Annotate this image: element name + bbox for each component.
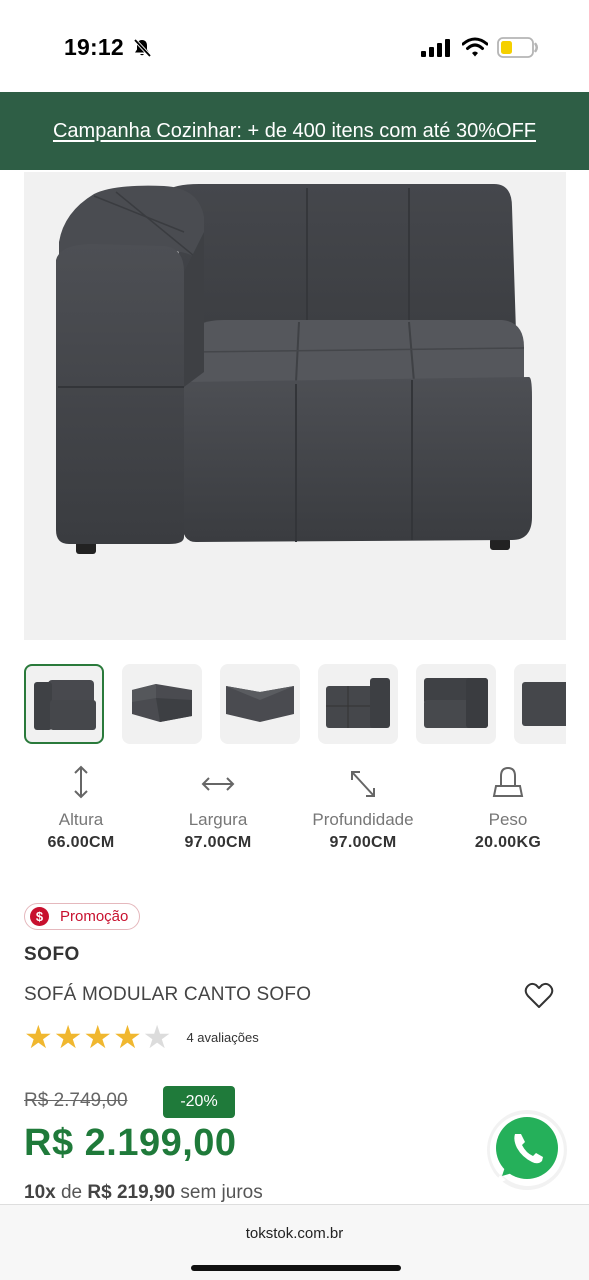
dollar-icon: $ (30, 907, 49, 926)
thumbnail-1[interactable] (24, 664, 104, 744)
product-rating[interactable]: ★ ★ ★ ★ ★ 4 avaliações (24, 1021, 259, 1053)
star-icon: ★ (53, 1019, 83, 1055)
star-icon: ★ (142, 1019, 172, 1055)
battery-low-icon (497, 37, 538, 58)
star-icon: ★ (24, 1019, 53, 1055)
promo-banner[interactable]: Campanha Cozinhar: + de 400 itens com at… (0, 92, 589, 170)
thumbnail-strip[interactable] (24, 664, 566, 746)
height-arrows-icon (74, 765, 88, 799)
thumbnail-3[interactable] (220, 664, 300, 744)
spec-depth: Profundidade 97.00CM (288, 762, 438, 852)
depth-arrows-icon (351, 771, 375, 797)
browser-url-bar[interactable]: tokstok.com.br (0, 1204, 589, 1280)
thumbnail-image (226, 686, 294, 722)
thumbnail-4[interactable] (318, 664, 398, 744)
discount-badge: -20% (163, 1086, 235, 1118)
current-price: R$ 2.199,00 (24, 1122, 237, 1164)
old-price: R$ 2.749,00 (24, 1090, 128, 1111)
spec-width: Largura 97.00CM (143, 762, 293, 852)
spec-weight: Peso 20.00KG (433, 762, 583, 852)
installment-value: R$ 219,90 (87, 1182, 176, 1203)
promo-banner-link[interactable]: Campanha Cozinhar: + de 400 itens com at… (53, 120, 536, 143)
thumbnail-image (132, 684, 192, 722)
home-indicator[interactable] (191, 1265, 401, 1271)
whatsapp-icon[interactable] (484, 1108, 570, 1194)
rating-stars: ★ ★ ★ ★ ★ (24, 1021, 172, 1053)
bell-off-icon (133, 38, 152, 58)
spec-value: 66.00CM (47, 834, 115, 851)
url-text[interactable]: tokstok.com.br (0, 1225, 589, 1242)
spec-label: Profundidade (312, 810, 414, 829)
rating-count[interactable]: 4 avaliações (186, 1030, 258, 1045)
wifi-icon (462, 37, 488, 57)
heart-icon[interactable] (524, 982, 554, 1010)
sofa-image (56, 184, 532, 554)
thumbnail-image (522, 682, 566, 726)
thumbnail-6[interactable] (514, 664, 566, 744)
thumbnail-image (326, 678, 390, 728)
signal-icon (421, 39, 450, 57)
promo-badge-label: Promoção (60, 908, 129, 925)
product-dimensions: Altura 66.00CM Largura 97.00CM Profundid… (0, 762, 589, 862)
product-brand[interactable]: SOFO (24, 944, 80, 966)
installment-suffix: sem juros (180, 1182, 263, 1203)
star-icon: ★ (83, 1019, 113, 1055)
spec-value: 97.00CM (329, 834, 397, 851)
weight-icon (492, 766, 524, 797)
product-title: SOFÁ MODULAR CANTO SOFO (24, 984, 312, 1005)
status-bar: 19:12 (0, 0, 589, 92)
installments: 10x de R$ 219,90 sem juros (24, 1182, 263, 1204)
thumbnail-5[interactable] (416, 664, 496, 744)
installment-connector: de (60, 1182, 83, 1203)
width-arrows-icon (201, 777, 235, 791)
spec-height: Altura 66.00CM (6, 762, 156, 852)
spec-label: Peso (488, 810, 528, 829)
thumbnail-image (34, 680, 96, 730)
spec-label: Altura (58, 810, 104, 829)
installment-count: 10x (24, 1182, 56, 1203)
spec-value: 20.00KG (474, 834, 542, 851)
product-main-image[interactable] (24, 172, 566, 640)
thumbnail-image (424, 678, 488, 728)
spec-value: 97.00CM (184, 834, 252, 851)
promo-badge: $ Promoção (24, 903, 141, 930)
star-icon: ★ (113, 1019, 142, 1055)
thumbnail-2[interactable] (122, 664, 202, 744)
status-time: 19:12 (64, 34, 124, 60)
spec-label: Largura (188, 810, 248, 829)
